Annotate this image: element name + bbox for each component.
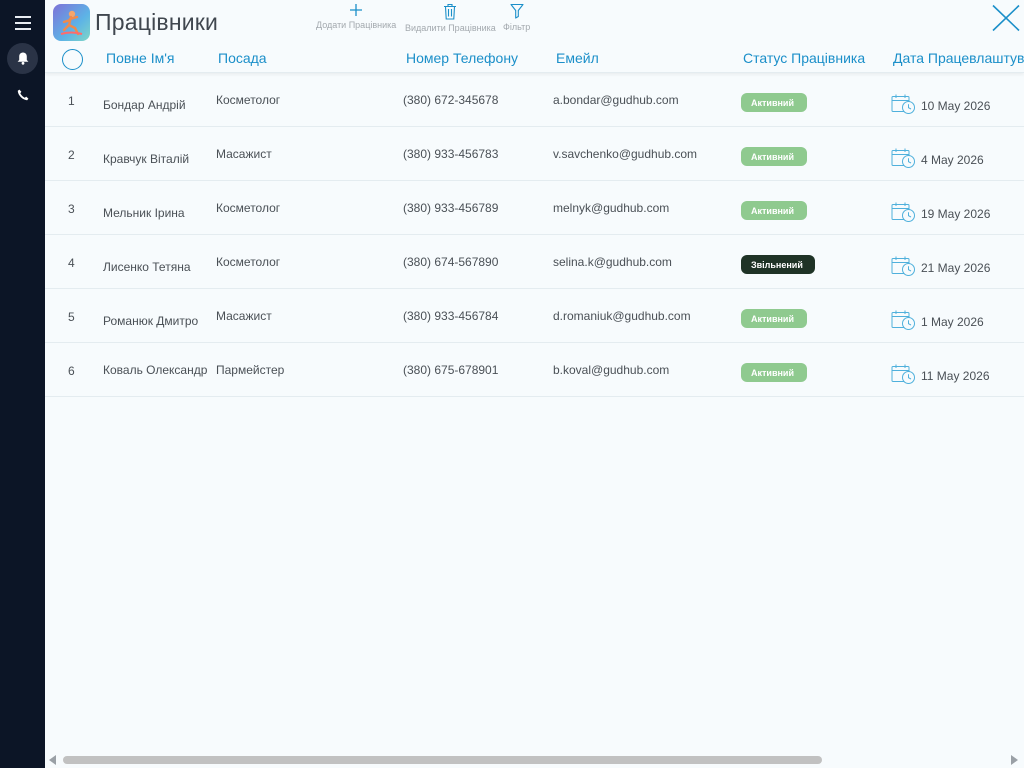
close-icon [992,4,1020,32]
hire-date: 21 May 2026 [891,255,990,277]
row-number: 1 [68,94,75,108]
column-header-email[interactable]: Емейл [556,50,599,66]
close-button[interactable] [991,4,1021,32]
hire-date: 11 May 2026 [891,363,990,385]
row-number: 5 [68,310,75,324]
employee-phone: (380) 933-456789 [403,201,499,215]
scroll-right-arrow-icon[interactable] [1011,755,1018,765]
employee-name: Коваль Олександр [103,363,208,377]
scroll-left-arrow-icon[interactable] [49,755,56,765]
trash-icon [444,3,457,20]
calls-button[interactable] [7,79,38,110]
hire-date: 19 May 2026 [891,201,990,223]
employee-email: selina.k@gudhub.com [553,255,672,269]
filter-button[interactable]: Фільтр [503,3,530,32]
employee-phone: (380) 933-456783 [403,147,499,161]
calendar-clock-icon [891,310,915,330]
status-badge: Активний [741,363,807,382]
employee-position: Косметолог [216,93,281,107]
calendar-clock-icon [891,256,915,276]
hire-date-text: 21 May 2026 [921,261,991,275]
employee-position: Пармейстер [216,363,285,377]
calendar-clock-icon [891,94,915,114]
table-header: Повне Ім'я Посада Номер Телефону Емейл С… [45,44,1024,73]
employee-name: Мельник Ірина [103,206,185,220]
filter-label: Фільтр [503,22,531,32]
hire-date-text: 4 May 2026 [921,153,984,167]
employee-position: Косметолог [216,255,281,269]
employee-phone: (380) 672-345678 [403,93,499,107]
table-row[interactable]: 1 Бондар Андрій Косметолог (380) 672-345… [45,73,1024,127]
app-logo [53,4,90,41]
employee-phone: (380) 674-567890 [403,255,499,269]
employee-name: Лисенко Тетяна [103,260,191,274]
row-number: 2 [68,148,75,162]
column-header-phone[interactable]: Номер Телефону [406,50,518,66]
hire-date-text: 1 May 2026 [921,315,984,329]
status-badge: Активний [741,147,807,166]
employee-phone: (380) 933-456784 [403,309,499,323]
hire-date: 10 May 2026 [891,93,990,115]
employee-position: Косметолог [216,201,281,215]
hire-date: 1 May 2026 [891,309,984,331]
employee-name: Бондар Андрій [103,98,186,112]
delete-employee-button[interactable]: Видалити Працівника [405,3,496,33]
bell-icon [17,52,28,65]
column-header-name[interactable]: Повне Ім'я [106,50,174,66]
table-row[interactable]: 2 Кравчук Віталій Масажист (380) 933-456… [45,127,1024,181]
horizontal-scrollbar[interactable] [45,752,1024,768]
column-header-position[interactable]: Посада [218,50,267,66]
hire-date-text: 11 May 2026 [921,369,990,383]
notifications-button[interactable] [7,43,38,74]
employee-email: b.koval@gudhub.com [553,363,670,377]
add-employee-label: Додати Працівника [316,20,397,30]
menu-icon [14,15,31,30]
hire-date-text: 10 May 2026 [921,99,991,113]
app-logo-icon [60,10,83,36]
calendar-clock-icon [891,202,915,222]
employee-email: melnyk@gudhub.com [553,201,670,215]
add-employee-button[interactable]: Додати Працівника [316,3,396,30]
scroll-thumb[interactable] [63,756,822,764]
phone-icon [17,89,28,100]
employee-email: a.bondar@gudhub.com [553,93,679,107]
select-all-checkbox[interactable] [62,49,83,70]
status-badge: Активний [741,93,807,112]
page-title: Працівники [95,9,219,35]
hire-date-text: 19 May 2026 [921,207,991,221]
status-badge: Активний [741,309,807,328]
filter-icon [510,3,524,19]
row-number: 3 [68,202,75,216]
row-number: 4 [68,256,75,270]
employee-position: Масажист [216,309,272,323]
hire-date: 4 May 2026 [891,147,984,169]
employee-position: Масажист [216,147,272,161]
employees-table: Повне Ім'я Посада Номер Телефону Емейл С… [45,44,1024,397]
status-badge: Звільнений [741,255,815,274]
delete-employee-label: Видалити Працівника [405,23,496,33]
employee-name: Кравчук Віталій [103,152,190,166]
employee-email: d.romaniuk@gudhub.com [553,309,691,323]
menu-button[interactable] [7,7,38,38]
table-row[interactable]: 3 Мельник Ірина Косметолог (380) 933-456… [45,181,1024,235]
table-row[interactable]: 6 Коваль Олександр Пармейстер (380) 675-… [45,343,1024,397]
employee-email: v.savchenko@gudhub.com [553,147,698,161]
table-row[interactable]: 5 Романюк Дмитро Масажист (380) 933-4567… [45,289,1024,343]
column-header-hire-date[interactable]: Дата Працевлаштування [893,50,1024,66]
left-rail [0,0,45,768]
employee-name: Романюк Дмитро [103,314,199,328]
table-row[interactable]: 4 Лисенко Тетяна Косметолог (380) 674-56… [45,235,1024,289]
employee-phone: (380) 675-678901 [403,363,499,377]
table-body: 1 Бондар Андрій Косметолог (380) 672-345… [45,73,1024,397]
calendar-clock-icon [891,148,915,168]
calendar-clock-icon [891,364,915,384]
column-header-status[interactable]: Статус Працівника [743,50,865,66]
status-badge: Активний [741,201,807,220]
plus-icon [350,4,363,16]
row-number: 6 [68,364,75,378]
